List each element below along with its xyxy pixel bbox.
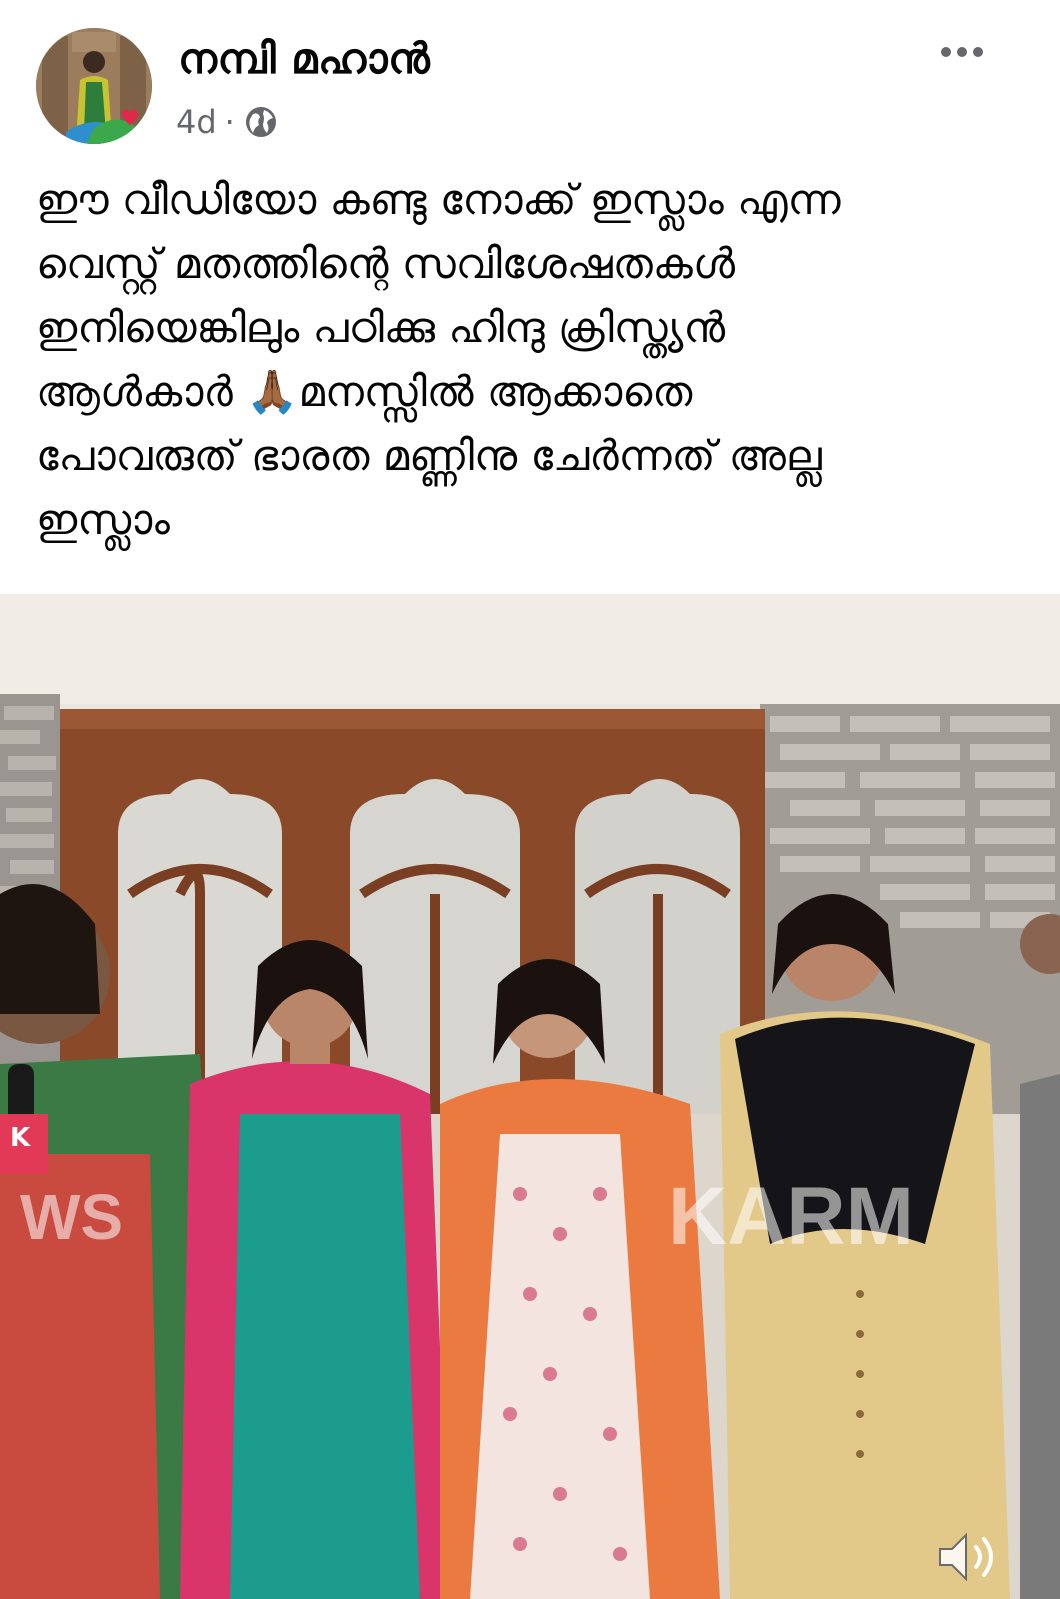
speaker-icon[interactable]	[934, 1527, 1000, 1587]
globe-icon[interactable]	[243, 104, 279, 140]
watermark-right: KARM	[668, 1171, 914, 1262]
author-name[interactable]: നമ്പി മഹാൻ	[178, 34, 430, 84]
post-header: നമ്പി മഹാൻ 4d ·	[0, 0, 1060, 150]
post-text: ഈ വീഡിയോ കണ്ടു നോക്ക് ഇസ്ലാം എന്ന വെസ്റ്…	[36, 175, 841, 544]
video-frame: K WS KARM	[0, 594, 1060, 1599]
watermark-left: WS	[20, 1181, 123, 1253]
author-avatar[interactable]	[36, 28, 152, 144]
more-dots-icon	[941, 47, 951, 57]
post-meta: 4d ·	[176, 98, 279, 146]
more-dot	[957, 47, 967, 57]
more-dot	[973, 47, 983, 57]
more-options-button[interactable]	[930, 30, 994, 74]
mic-logo: K	[10, 1123, 31, 1153]
meta-separator: ·	[224, 103, 235, 141]
post-time[interactable]: 4d	[176, 103, 217, 141]
avatar-image	[36, 28, 152, 144]
video-player[interactable]: K WS KARM	[0, 594, 1060, 1599]
